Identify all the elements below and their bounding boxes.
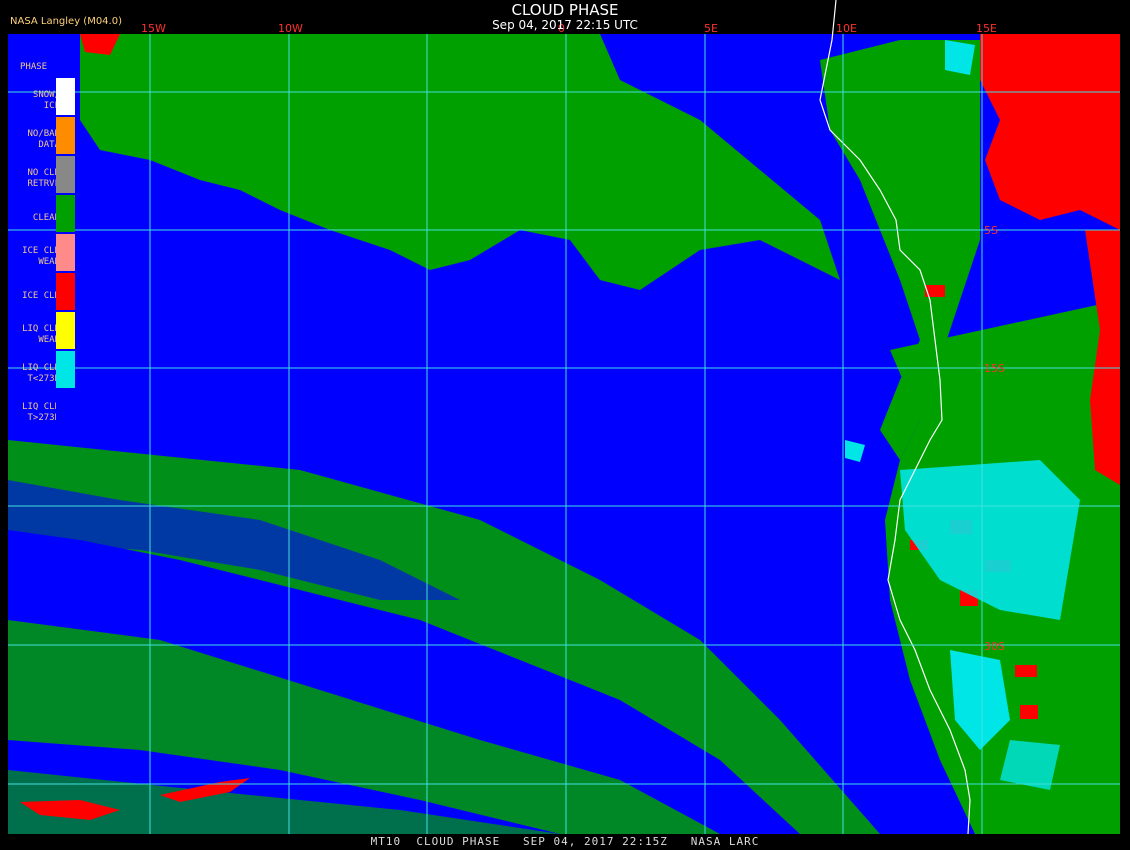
legend-swatch [56, 351, 75, 388]
legend-item-label: NO CLD RETRVL [27, 168, 60, 189]
legend-item: LIQ CLD WEAK [8, 312, 77, 350]
legend-item-label: NO/BAD DATA [27, 129, 60, 150]
legend-swatch [56, 273, 75, 310]
legend-swatch [56, 390, 75, 427]
legend-item-label: ICE CLD [22, 291, 60, 301]
legend-swatch [56, 78, 75, 115]
legend-swatch [56, 312, 75, 349]
legend-item: LIQ CLD T<273K [8, 351, 77, 389]
legend-item-label: LIQ CLD WEAK [22, 324, 60, 345]
legend-item-label: SNOW/ ICE [32, 90, 60, 111]
legend-header: PHASE [20, 62, 48, 72]
legend-item: NO/BAD DATA [8, 117, 77, 155]
footer-caption: MT10 CLOUD PHASE SEP 04, 2017 22:15Z NAS… [370, 835, 760, 848]
lat-label: 15S [984, 362, 1005, 375]
legend-item: CLEAR [8, 195, 77, 233]
legend-swatch [56, 156, 75, 193]
legend-swatch [56, 195, 75, 232]
satellite-image [8, 0, 1120, 835]
cloud-phase-map: 15W 10W 0 5E 10E 15E 5S 15S 30S [0, 0, 1130, 850]
legend-item-label: CLEAR [32, 213, 60, 223]
legend-item: ICE CLD [8, 273, 77, 311]
legend-swatch [56, 117, 75, 154]
lat-label: 30S [984, 640, 1005, 653]
map-title: CLOUD PHASE [511, 1, 619, 19]
legend-item-label: LIQ CLD T>273K [22, 402, 60, 423]
legend-item-label: LIQ CLD T<273K [22, 363, 60, 384]
legend-item: SNOW/ ICE [8, 78, 77, 116]
legend-item-label: ICE CLD WEAK [22, 246, 60, 267]
timestamp: Sep 04, 2017 22:15 UTC [492, 18, 638, 32]
lat-label: 5S [984, 224, 998, 237]
legend-item: NO CLD RETRVL [8, 156, 77, 194]
phase-legend: PHASE SNOW/ ICE NO/BAD DATA NO CLD RETRVL C… [8, 58, 77, 433]
legend-item: LIQ CLD T>273K [8, 390, 77, 428]
legend-item: ICE CLD WEAK [8, 234, 77, 272]
legend-swatch [56, 234, 75, 271]
